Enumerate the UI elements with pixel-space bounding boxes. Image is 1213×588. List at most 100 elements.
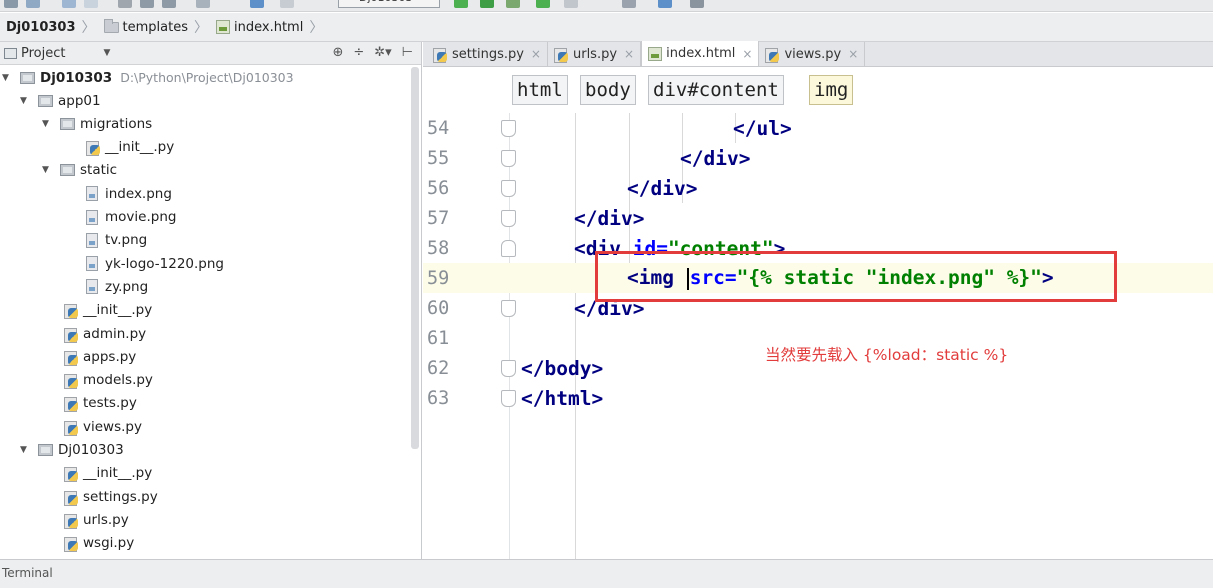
- python-file-icon: [64, 465, 80, 483]
- python-file-icon: [64, 512, 80, 529]
- tree-root-label: Dj010303: [40, 69, 113, 86]
- find-icon[interactable]: [196, 0, 210, 8]
- hide-panel-icon[interactable]: ⊢: [402, 45, 413, 60]
- help-icon[interactable]: [658, 0, 672, 8]
- tree-item[interactable]: ▼ app01: [20, 89, 101, 112]
- undo-icon[interactable]: [62, 0, 76, 8]
- editor-tab[interactable]: index.html ×: [641, 41, 760, 66]
- tag-path-html[interactable]: html: [512, 75, 568, 105]
- tree-item[interactable]: models.py: [64, 369, 153, 392]
- fold-marker-icon[interactable]: [501, 179, 516, 197]
- tree-item[interactable]: tv.png: [86, 229, 147, 252]
- back-icon[interactable]: [250, 0, 264, 8]
- settings-icon[interactable]: [622, 0, 636, 8]
- scroll-from-source-icon[interactable]: ⊕: [332, 45, 343, 60]
- project-panel-tools: ⊕ ÷ ✲▾ ⊢: [332, 45, 413, 60]
- copy-icon[interactable]: [140, 0, 154, 8]
- code-line[interactable]: 55 </div>: [423, 143, 1213, 173]
- close-icon[interactable]: ×: [742, 47, 752, 61]
- tree-item[interactable]: __init__.py: [86, 136, 174, 159]
- tree-item[interactable]: __init__.py: [64, 299, 152, 322]
- fold-marker-icon[interactable]: [501, 209, 516, 227]
- sync-icon[interactable]: [26, 0, 40, 8]
- chevron-down-icon[interactable]: ▼: [103, 48, 110, 58]
- breadcrumb-project-label: Dj010303: [6, 19, 76, 35]
- breadcrumb-project[interactable]: Dj010303 〉: [2, 13, 100, 42]
- python-file-icon: [64, 489, 80, 506]
- run-config-selector[interactable]: Dj010303: [338, 0, 440, 8]
- tag-path-div-content[interactable]: div#content: [648, 75, 784, 105]
- code-text: </html>: [521, 386, 604, 410]
- fold-marker-icon[interactable]: [501, 389, 516, 407]
- project-view-selector[interactable]: Project: [21, 46, 65, 61]
- tree-item-label: migrations: [80, 115, 153, 132]
- fold-marker-icon[interactable]: [501, 149, 516, 167]
- folder-icon: [60, 164, 75, 177]
- tree-item[interactable]: __init__.py: [64, 462, 152, 485]
- chevron-right-icon: 〉: [81, 20, 96, 36]
- breadcrumb-file[interactable]: index.html 〉: [212, 13, 327, 42]
- fold-marker-icon[interactable]: [501, 239, 516, 257]
- tree-item[interactable]: urls.py: [64, 508, 129, 531]
- code-editor[interactable]: 54 </ul> 55 </div> 56 </div> 57 </div> 5…: [423, 113, 1213, 559]
- expand-arrow-icon[interactable]: ▼: [42, 119, 54, 129]
- profile-icon[interactable]: [536, 0, 550, 8]
- collapse-all-icon[interactable]: ÷: [353, 45, 364, 60]
- tag-path-img[interactable]: img: [809, 75, 854, 105]
- debug-icon[interactable]: [480, 0, 494, 8]
- code-line[interactable]: 63 </html>: [423, 383, 1213, 413]
- fold-marker-icon[interactable]: [501, 299, 516, 317]
- expand-arrow-icon[interactable]: ▼: [42, 165, 54, 175]
- editor-tab-bar: settings.py × urls.py × index.html × views.py ×: [423, 41, 1213, 67]
- code-line[interactable]: 56 </div>: [423, 173, 1213, 203]
- line-number: 54: [427, 117, 450, 139]
- stop-icon[interactable]: [564, 0, 578, 8]
- gear-icon[interactable]: ✲▾: [374, 45, 391, 60]
- editor-tab[interactable]: urls.py ×: [547, 42, 642, 66]
- code-line[interactable]: 54 </ul>: [423, 113, 1213, 143]
- paste-icon[interactable]: [162, 0, 176, 8]
- tree-item[interactable]: views.py: [64, 415, 142, 438]
- fold-marker-icon[interactable]: [501, 359, 516, 377]
- code-line[interactable]: 57 </div>: [423, 203, 1213, 233]
- annotation-highlight-box: [595, 251, 1117, 302]
- tree-item[interactable]: ▼ migrations: [42, 112, 152, 135]
- close-icon[interactable]: ×: [848, 47, 858, 61]
- editor-tab[interactable]: views.py ×: [759, 42, 866, 66]
- expand-arrow-icon[interactable]: ▼: [20, 445, 32, 455]
- forward-icon[interactable]: [280, 0, 294, 8]
- tree-item[interactable]: tests.py: [64, 392, 137, 415]
- python-file-icon: [86, 139, 102, 157]
- tree-item[interactable]: apps.py: [64, 345, 136, 368]
- tree-item[interactable]: ▼ static: [42, 159, 117, 182]
- tree-item[interactable]: wsgi.py: [64, 532, 134, 555]
- redo-icon[interactable]: [84, 0, 98, 8]
- tree-item[interactable]: admin.py: [64, 322, 146, 345]
- expand-arrow-icon[interactable]: ▼: [2, 73, 14, 83]
- tree-item[interactable]: movie.png: [86, 206, 176, 229]
- tree-item-label: tests.py: [83, 395, 137, 412]
- tag-path-body[interactable]: body: [580, 75, 636, 105]
- expand-arrow-icon[interactable]: ▼: [20, 96, 32, 106]
- tree-item[interactable]: ▼ Dj010303: [20, 439, 124, 462]
- editor-tab[interactable]: settings.py ×: [427, 42, 548, 66]
- tree-item[interactable]: settings.py: [64, 485, 158, 508]
- tree-root[interactable]: ▼ Dj010303 D:\Python\Project\Dj010303: [2, 66, 294, 89]
- save-icon[interactable]: [4, 0, 18, 8]
- tree-item-label: app01: [58, 92, 101, 109]
- coverage-icon[interactable]: [506, 0, 520, 8]
- tree-item[interactable]: zy.png: [86, 275, 148, 298]
- tree-item[interactable]: yk-logo-1220.png: [86, 252, 224, 275]
- tag-path-bar: html body div#content img: [423, 68, 1213, 113]
- terminal-tab[interactable]: Terminal: [2, 566, 53, 580]
- sdk-icon[interactable]: [690, 0, 704, 8]
- close-icon[interactable]: ×: [624, 47, 634, 61]
- folder-icon: [38, 94, 53, 107]
- fold-marker-icon[interactable]: [501, 119, 516, 137]
- close-icon[interactable]: ×: [531, 47, 541, 61]
- tree-scrollbar[interactable]: [411, 67, 419, 449]
- tree-item[interactable]: index.png: [86, 182, 172, 205]
- run-icon[interactable]: [454, 0, 468, 8]
- breadcrumb-folder[interactable]: templates 〉: [100, 13, 212, 42]
- cut-icon[interactable]: [118, 0, 132, 8]
